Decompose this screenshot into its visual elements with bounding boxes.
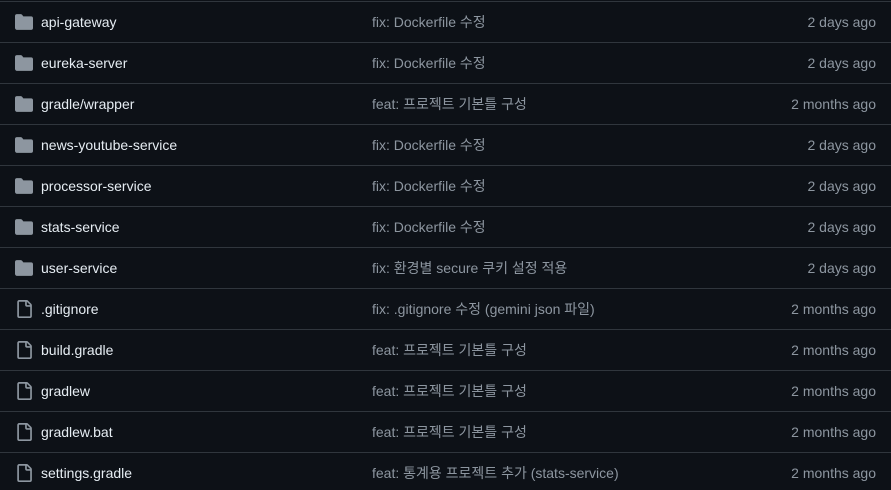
folder-icon	[15, 259, 33, 277]
entry-name[interactable]: api-gateway	[41, 13, 117, 31]
commit-message[interactable]: feat: 프로젝트 기본틀 구성	[372, 341, 527, 359]
file-list: api-gateway fix: Dockerfile 수정 2 days ag…	[0, 0, 891, 490]
file-icon	[15, 300, 33, 318]
file-row[interactable]: stats-service fix: Dockerfile 수정 2 days …	[0, 206, 891, 247]
file-row[interactable]: settings.gradle feat: 통계용 프로젝트 추가 (stats…	[0, 452, 891, 490]
commit-age: 2 months ago	[791, 301, 876, 317]
commit-age: 2 months ago	[791, 96, 876, 112]
file-row[interactable]: processor-service fix: Dockerfile 수정 2 d…	[0, 165, 891, 206]
folder-icon	[15, 218, 33, 236]
entry-name[interactable]: build.gradle	[41, 341, 113, 359]
entry-name[interactable]: user-service	[41, 259, 117, 277]
commit-age: 2 days ago	[807, 219, 877, 235]
entry-name[interactable]: gradlew	[41, 382, 90, 400]
commit-message[interactable]: fix: Dockerfile 수정	[372, 218, 486, 236]
file-row[interactable]: build.gradle feat: 프로젝트 기본틀 구성 2 months …	[0, 329, 891, 370]
entry-name[interactable]: gradle/wrapper	[41, 95, 134, 113]
commit-age: 2 months ago	[791, 342, 876, 358]
commit-age: 2 days ago	[807, 55, 877, 71]
entry-name[interactable]: eureka-server	[41, 54, 127, 72]
file-row[interactable]: gradle/wrapper feat: 프로젝트 기본틀 구성 2 month…	[0, 83, 891, 124]
entry-name[interactable]: .gitignore	[41, 300, 99, 318]
commit-message[interactable]: feat: 프로젝트 기본틀 구성	[372, 423, 527, 441]
commit-message[interactable]: fix: Dockerfile 수정	[372, 13, 486, 31]
file-row[interactable]: .gitignore fix: .gitignore 수정 (gemini js…	[0, 288, 891, 329]
file-row[interactable]: gradlew feat: 프로젝트 기본틀 구성 2 months ago	[0, 370, 891, 411]
file-icon	[15, 464, 33, 482]
commit-message[interactable]: fix: 환경별 secure 쿠키 설정 적용	[372, 259, 567, 277]
file-row[interactable]: eureka-server fix: Dockerfile 수정 2 days …	[0, 42, 891, 83]
commit-message[interactable]: feat: 통계용 프로젝트 추가 (stats-service)	[372, 464, 619, 482]
commit-message[interactable]: fix: .gitignore 수정 (gemini json 파일)	[372, 300, 595, 318]
commit-message[interactable]: fix: Dockerfile 수정	[372, 177, 486, 195]
commit-age: 2 months ago	[791, 465, 876, 481]
file-row[interactable]: news-youtube-service fix: Dockerfile 수정 …	[0, 124, 891, 165]
entry-name[interactable]: stats-service	[41, 218, 120, 236]
file-icon	[15, 382, 33, 400]
folder-icon	[15, 95, 33, 113]
entry-name[interactable]: processor-service	[41, 177, 151, 195]
commit-age: 2 days ago	[807, 14, 877, 30]
file-row[interactable]: gradlew.bat feat: 프로젝트 기본틀 구성 2 months a…	[0, 411, 891, 452]
commit-age: 2 days ago	[807, 137, 877, 153]
file-icon	[15, 341, 33, 359]
commit-message[interactable]: feat: 프로젝트 기본틀 구성	[372, 382, 527, 400]
commit-age: 2 months ago	[791, 424, 876, 440]
commit-age: 2 days ago	[807, 178, 877, 194]
file-row[interactable]: user-service fix: 환경별 secure 쿠키 설정 적용 2 …	[0, 247, 891, 288]
entry-name[interactable]: news-youtube-service	[41, 136, 177, 154]
file-row[interactable]: api-gateway fix: Dockerfile 수정 2 days ag…	[0, 1, 891, 42]
commit-message[interactable]: fix: Dockerfile 수정	[372, 136, 486, 154]
folder-icon	[15, 136, 33, 154]
file-icon	[15, 423, 33, 441]
commit-message[interactable]: fix: Dockerfile 수정	[372, 54, 486, 72]
entry-name[interactable]: gradlew.bat	[41, 423, 113, 441]
entry-name[interactable]: settings.gradle	[41, 464, 132, 482]
commit-age: 2 months ago	[791, 383, 876, 399]
commit-age: 2 days ago	[807, 260, 877, 276]
folder-icon	[15, 54, 33, 72]
folder-icon	[15, 177, 33, 195]
folder-icon	[15, 13, 33, 31]
commit-message[interactable]: feat: 프로젝트 기본틀 구성	[372, 95, 527, 113]
